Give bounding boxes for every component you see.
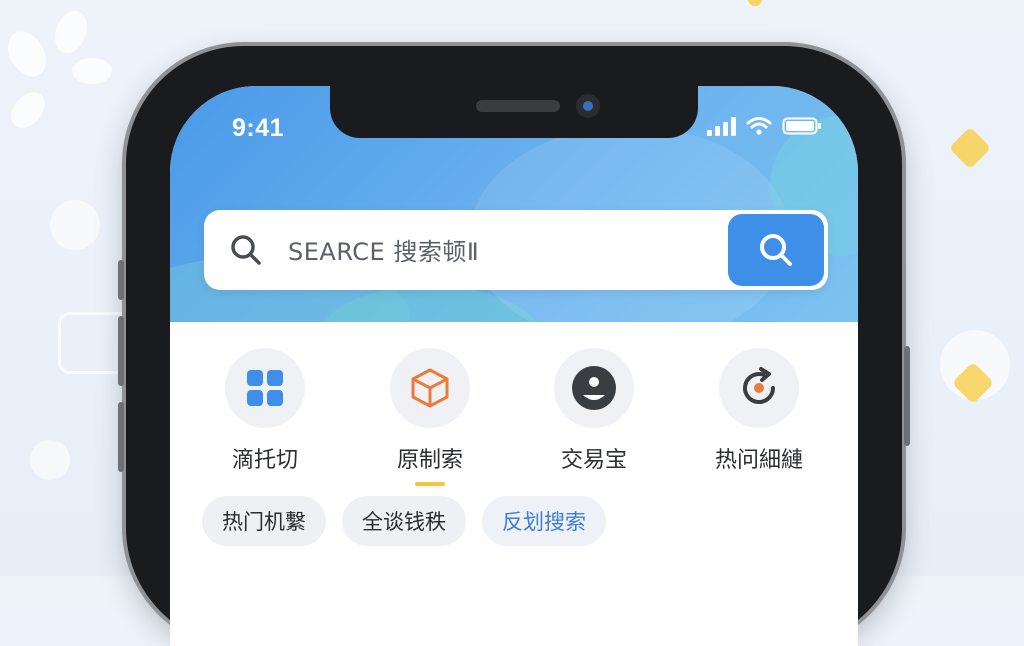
quick-action-3[interactable]: 交易宝 xyxy=(529,348,659,474)
quick-action-label: 滴托切 xyxy=(231,448,298,473)
box-icon xyxy=(390,348,470,428)
quick-action-label: 原制索 xyxy=(396,448,463,473)
power-button xyxy=(904,346,910,446)
chip-hot[interactable]: 热门机繫 xyxy=(202,496,326,546)
search-button[interactable] xyxy=(728,214,824,286)
quick-action-label: 热问細縺 xyxy=(714,448,803,473)
chip-search[interactable]: 反划搜索 xyxy=(482,496,606,546)
volume-down-button xyxy=(118,402,124,472)
search-input[interactable]: SEARCE 搜索顿Ⅱ xyxy=(288,232,479,267)
front-camera xyxy=(576,94,600,118)
quick-action-4[interactable]: 热问細縺 xyxy=(694,348,824,474)
quick-action-2[interactable]: 原制索 xyxy=(365,348,495,486)
mute-switch xyxy=(118,260,124,300)
notch xyxy=(330,86,698,138)
search-icon xyxy=(231,235,261,265)
earpiece-speaker xyxy=(476,100,560,112)
signal-icon xyxy=(707,116,736,136)
refresh-icon xyxy=(719,348,799,428)
search-icon xyxy=(760,234,792,266)
active-indicator xyxy=(415,482,445,486)
search-bar[interactable]: SEARCE 搜索顿Ⅱ xyxy=(204,210,828,290)
quick-action-1[interactable]: 滴托切 xyxy=(200,348,330,474)
battery-icon xyxy=(782,117,821,135)
chip-all[interactable]: 全谈钱秩 xyxy=(342,496,466,546)
quick-action-label: 交易宝 xyxy=(560,448,627,473)
wifi-icon xyxy=(746,117,772,135)
user-icon xyxy=(554,348,634,428)
quick-actions: 滴托切 原制索 交易宝 热问細縺 xyxy=(170,348,858,486)
chip-row: 热门机繫 全谈钱秩 反划搜索 xyxy=(202,496,606,546)
volume-up-button xyxy=(118,316,124,386)
grid-icon xyxy=(225,348,305,428)
status-time: 9:41 xyxy=(232,114,285,142)
status-icons xyxy=(707,116,822,136)
phone-screen: 9:41 SEARCE 搜索顿Ⅱ 滴托切 原制索 交易宝 热问細縺 热门机繫 全… xyxy=(170,86,858,646)
phone-frame: 9:41 SEARCE 搜索顿Ⅱ 滴托切 原制索 交易宝 热问細縺 热门机繫 全… xyxy=(118,46,910,646)
